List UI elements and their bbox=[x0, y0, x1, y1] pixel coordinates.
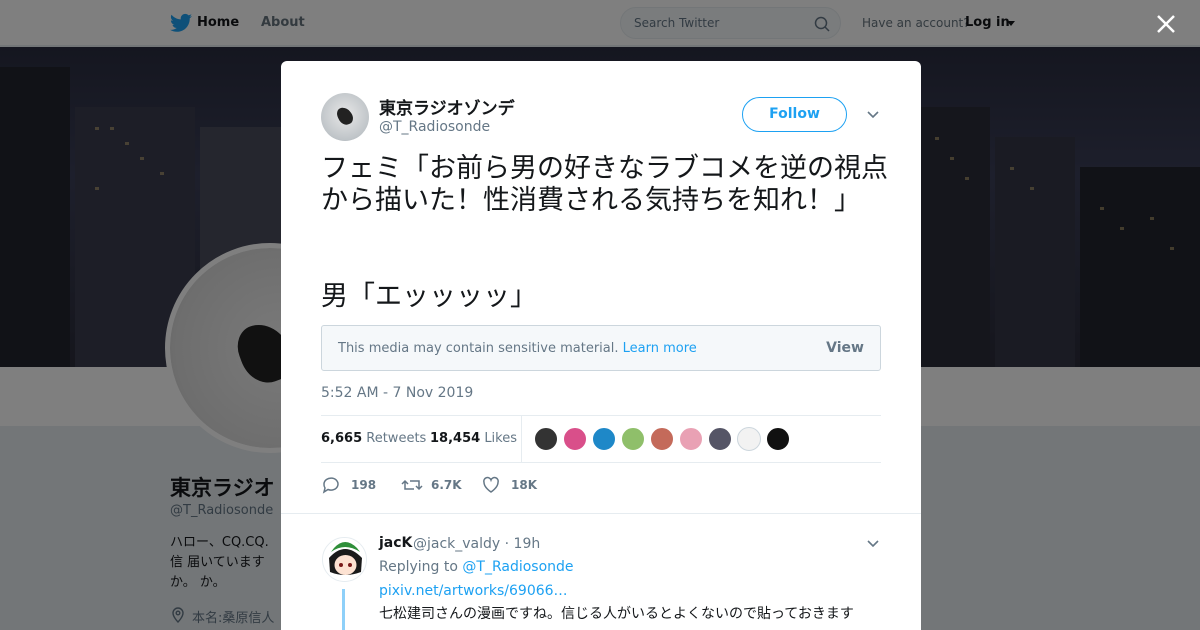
chevron-down-icon[interactable] bbox=[866, 110, 880, 120]
author-name[interactable]: 東京ラジオゾンデ bbox=[379, 94, 515, 119]
reply-count: 198 bbox=[351, 478, 377, 492]
tweet-stats: 6,665 Retweets 18,454 Likes bbox=[321, 415, 881, 463]
tweet-actions: 198 6.7K 18K bbox=[321, 471, 881, 499]
liker-avatar[interactable] bbox=[708, 427, 732, 451]
replying-to: Replying to @T_Radiosonde bbox=[379, 559, 574, 575]
sensitive-text: This media may contain sensitive materia… bbox=[338, 341, 697, 356]
view-media-button[interactable]: View bbox=[826, 340, 864, 356]
author-handle[interactable]: @T_Radiosonde bbox=[379, 119, 490, 135]
tweet-timestamp[interactable]: 5:52 AM - 7 Nov 2019 bbox=[321, 385, 473, 401]
tweet-modal: 東京ラジオゾンデ @T_Radiosonde Follow フェミ「お前ら男の好… bbox=[281, 61, 921, 630]
retweet-count: 6.7K bbox=[431, 478, 462, 492]
liker-avatar[interactable] bbox=[592, 427, 616, 451]
stats-divider bbox=[521, 416, 522, 462]
like-count: 18K bbox=[511, 478, 537, 492]
liker-avatar[interactable] bbox=[679, 427, 703, 451]
reply-author-name[interactable]: jacK bbox=[379, 535, 412, 551]
sensitive-media-notice: This media may contain sensitive materia… bbox=[321, 325, 881, 371]
reply-body: 七松建司さんの漫画ですね。信じる人がいるとよくないので貼っておきます bbox=[379, 606, 854, 622]
retweet-icon[interactable] bbox=[401, 475, 423, 495]
tweet-text: フェミ「お前ら男の好きなラブコメを逆の視点から描いた！性消費される気持ちを知れ！… bbox=[321, 153, 888, 216]
reply-thread-line bbox=[342, 589, 345, 630]
retweets-stat[interactable]: 6,665 Retweets bbox=[321, 431, 426, 446]
liker-avatar[interactable] bbox=[650, 427, 674, 451]
reply-author-meta[interactable]: @jack_valdy · 19h bbox=[413, 536, 540, 552]
author-avatar[interactable] bbox=[321, 93, 369, 141]
reply-chevron-down-icon[interactable] bbox=[866, 539, 880, 549]
liker-avatar[interactable] bbox=[766, 427, 790, 451]
liker-avatar[interactable] bbox=[534, 427, 558, 451]
reply-separator bbox=[281, 513, 921, 514]
learn-more-link[interactable]: Learn more bbox=[623, 341, 697, 356]
reply-icon[interactable] bbox=[321, 475, 341, 495]
replying-to-handle-link[interactable]: @T_Radiosonde bbox=[462, 559, 573, 575]
liker-avatar[interactable] bbox=[563, 427, 587, 451]
reply-pixiv-link[interactable]: pixiv.net/artworks/69066… bbox=[379, 583, 568, 599]
tweet-text-second: 男「エッッッッ」 bbox=[321, 281, 537, 312]
heart-icon[interactable] bbox=[481, 475, 501, 495]
reply-avatar[interactable] bbox=[322, 537, 367, 582]
follow-button[interactable]: Follow bbox=[742, 97, 847, 132]
close-icon[interactable] bbox=[1155, 13, 1177, 35]
liker-avatar[interactable] bbox=[621, 427, 645, 451]
likes-stat[interactable]: 18,454 Likes bbox=[430, 431, 517, 446]
liker-avatar[interactable] bbox=[737, 427, 761, 451]
